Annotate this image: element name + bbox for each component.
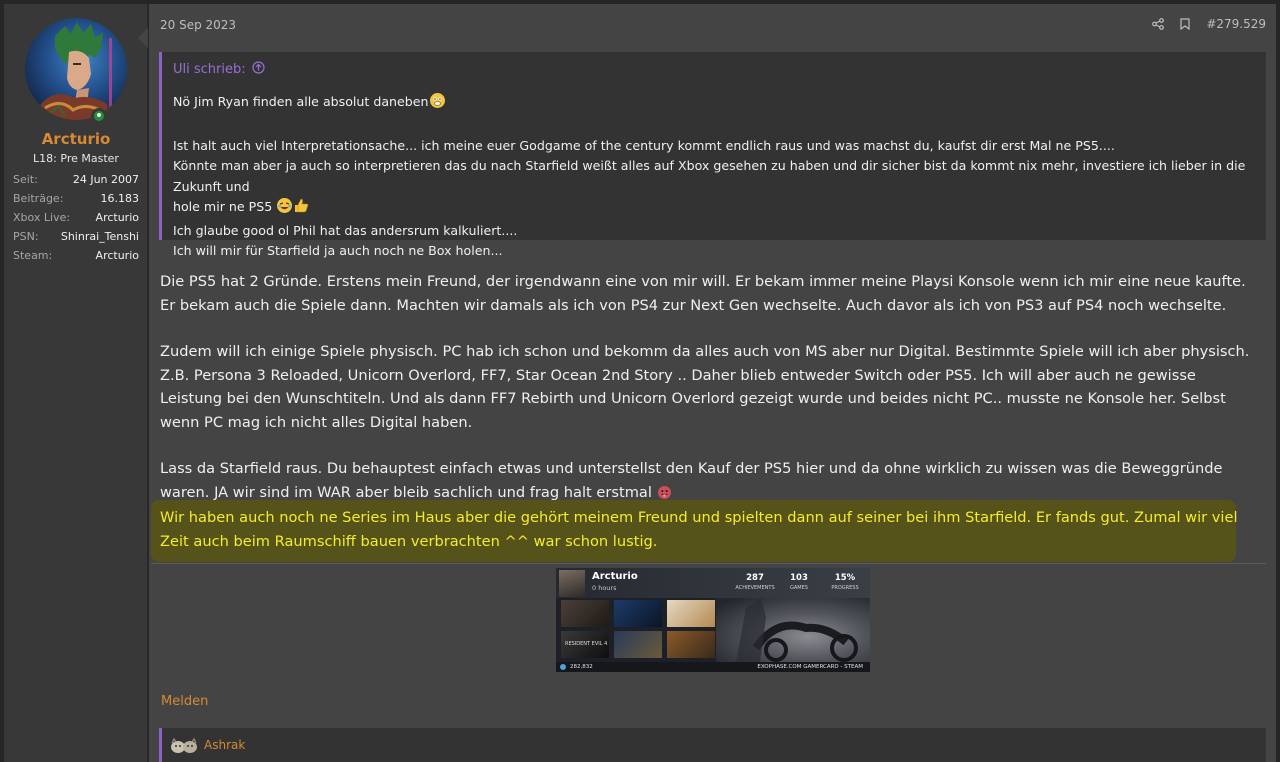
quote-line: Ist halt auch viel Interpretationsache..… bbox=[173, 137, 1115, 153]
username[interactable]: Arcturio bbox=[4, 130, 148, 148]
gamercard-points: 282,832 bbox=[570, 664, 593, 670]
gamercard-footer: 282,832 EXOPHASE.COM GAMERCARD - STEAM bbox=[556, 662, 870, 672]
arrow-up-circle-icon[interactable] bbox=[252, 61, 265, 78]
quote-block: Uli schrieb: Nö Jim Ryan finden alle abs… bbox=[159, 52, 1266, 258]
user-title: L18: Pre Master bbox=[33, 152, 119, 165]
globe-icon bbox=[560, 664, 566, 670]
game-tile: RESIDENT EVIL 4 bbox=[561, 631, 609, 658]
scared-face-emoji-icon bbox=[429, 92, 446, 116]
quote-line: hole mir ne PS5 bbox=[173, 197, 1258, 221]
stat-row: Seit: 24 Jun 2007 bbox=[13, 171, 139, 190]
stat-row: Steam: Arcturio bbox=[13, 247, 139, 266]
quote-line: Nö Jim Ryan finden alle absolut daneben bbox=[173, 92, 1258, 116]
quote-line: Könnte man aber ja auch so interpretiere… bbox=[173, 158, 1246, 194]
stat-row: PSN: Shinrai_Tenshi bbox=[13, 228, 139, 247]
quote-line: Ich glaube good ol Phil hat das andersru… bbox=[173, 222, 518, 238]
quote-header[interactable]: Uli schrieb: bbox=[173, 61, 265, 78]
user-info-column: Arcturio L18: Pre Master Seit: 24 Jun 20… bbox=[4, 4, 148, 762]
post-frame: Arcturio L18: Pre Master Seit: 24 Jun 20… bbox=[0, 0, 1280, 762]
message-main: 20 Sep 2023 #279.529 Uli schrieb: Nö Jim… bbox=[149, 4, 1276, 762]
post-date[interactable]: 20 Sep 2023 bbox=[160, 18, 236, 32]
gamercard-games: 103 GAMES bbox=[790, 573, 808, 591]
report-link[interactable]: Melden bbox=[161, 694, 208, 709]
signature-divider bbox=[151, 563, 1266, 564]
stat-value: Arcturio bbox=[95, 211, 139, 224]
quote-author[interactable]: Uli schrieb: bbox=[173, 62, 246, 77]
reaction-icon[interactable] bbox=[169, 737, 199, 755]
stat-label: Seit: bbox=[13, 173, 38, 186]
rofl-emoji-icon bbox=[276, 197, 293, 221]
quote-line: Ich will mir für Starfield ja auch noch … bbox=[173, 243, 503, 258]
post-content: Die PS5 hat 2 Gründe. Erstens mein Freun… bbox=[160, 270, 1260, 530]
stat-row: Beiträge: 16.183 bbox=[13, 190, 139, 209]
stat-label: Steam: bbox=[13, 249, 53, 262]
stat-label: Xbox Live: bbox=[13, 211, 71, 224]
bookmark-icon[interactable] bbox=[1180, 18, 1190, 30]
game-tile bbox=[561, 600, 609, 627]
gamercard-header: Arcturio 0 hours 287 ACHIEVEMENTS 103 GA… bbox=[556, 568, 870, 598]
reactions-bar: Ashrak bbox=[159, 728, 1266, 762]
message-arrow bbox=[138, 28, 148, 48]
stat-row: Xbox Live: Arcturio bbox=[13, 209, 139, 228]
online-status-icon bbox=[91, 108, 107, 124]
gamercard-progress: 15% PROGRESS bbox=[831, 573, 859, 591]
post-actions: #279.529 bbox=[1152, 17, 1266, 31]
gamercard-achievements: 287 ACHIEVEMENTS bbox=[735, 573, 775, 591]
paragraph: Die PS5 hat 2 Gründe. Erstens mein Freun… bbox=[160, 273, 1246, 314]
quote-spacer bbox=[173, 116, 1258, 136]
quote-body: Nö Jim Ryan finden alle absolut daneben … bbox=[173, 92, 1258, 262]
stat-label: Beiträge: bbox=[13, 192, 64, 205]
paragraph: Zudem will ich einige Spiele physisch. P… bbox=[160, 343, 1250, 431]
reaction-user-link[interactable]: Ashrak bbox=[204, 738, 245, 752]
gamercard-name: Arcturio bbox=[592, 571, 638, 582]
gamercard-background-image bbox=[716, 598, 870, 662]
gamercard-source: EXOPHASE.COM GAMERCARD - STEAM bbox=[757, 664, 863, 670]
post-number[interactable]: #279.529 bbox=[1206, 17, 1266, 31]
game-tile bbox=[614, 600, 662, 627]
avatar-image bbox=[25, 18, 127, 120]
highlighted-paragraph: Wir haben auch noch ne Series im Haus ab… bbox=[160, 509, 1238, 550]
share-icon[interactable] bbox=[1152, 18, 1165, 30]
user-stats: Seit: 24 Jun 2007 Beiträge: 16.183 Xbox … bbox=[13, 171, 139, 266]
gamercard-signature[interactable]: Arcturio 0 hours 287 ACHIEVEMENTS 103 GA… bbox=[556, 568, 870, 672]
stat-value[interactable]: 16.183 bbox=[101, 190, 140, 209]
game-tile bbox=[667, 600, 715, 627]
stat-value: Shinrai_Tenshi bbox=[60, 230, 139, 243]
game-tile bbox=[667, 631, 715, 658]
stat-value: 24 Jun 2007 bbox=[72, 173, 139, 186]
stat-value: Arcturio bbox=[95, 249, 139, 262]
game-tile bbox=[614, 631, 662, 658]
thumbs-up-emoji-icon bbox=[293, 197, 310, 221]
gamercard-games-grid: RESIDENT EVIL 4 bbox=[561, 600, 719, 662]
gamercard-hours: 0 hours bbox=[592, 584, 617, 592]
gamercard-avatar bbox=[559, 570, 585, 597]
avatar[interactable] bbox=[25, 18, 127, 124]
stat-label: PSN: bbox=[13, 230, 39, 243]
